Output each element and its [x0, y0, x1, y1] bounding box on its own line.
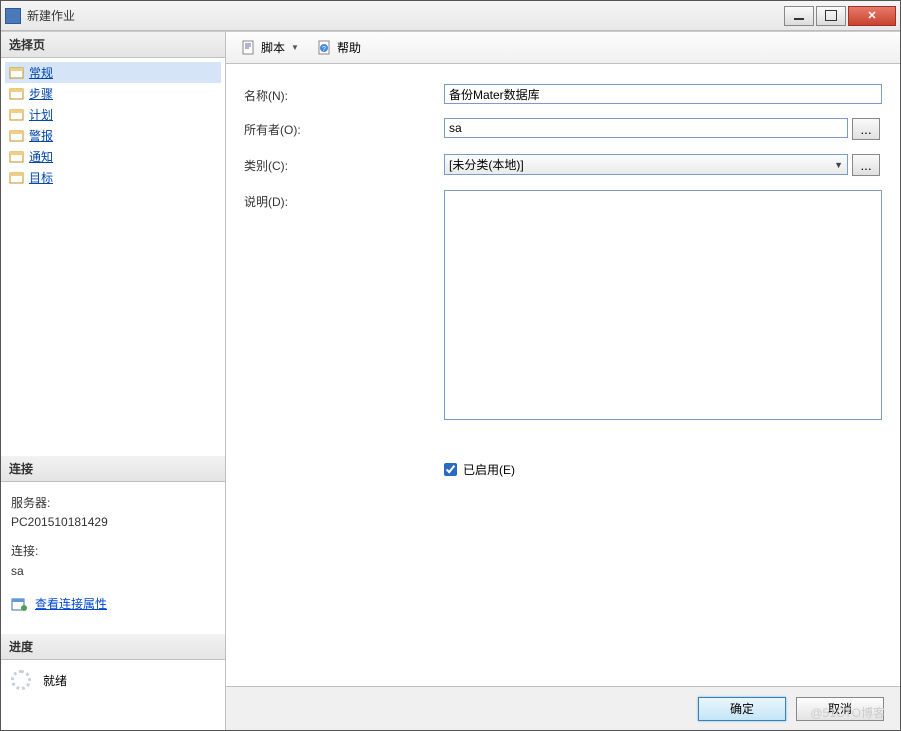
svg-text:?: ? [322, 46, 326, 53]
enabled-checkbox[interactable] [444, 463, 457, 476]
ok-button[interactable]: 确定 [698, 697, 786, 721]
owner-input[interactable] [444, 118, 848, 138]
sidebar: 选择页 常规 步骤 计划 警报 [1, 32, 226, 730]
page-icon [9, 108, 25, 122]
main-panel: 脚本 ▼ ? 帮助 名称(N): 所有者(O): [226, 32, 900, 730]
select-page-header: 选择页 [1, 32, 225, 58]
category-label: 类别(C): [244, 154, 444, 174]
cancel-button[interactable]: 取消 [796, 697, 884, 721]
description-textarea[interactable] [444, 190, 882, 420]
progress-status: 就绪 [1, 660, 225, 700]
nav-item-steps[interactable]: 步骤 [5, 83, 221, 104]
chevron-down-icon: ▼ [834, 160, 843, 170]
content-area: 选择页 常规 步骤 计划 警报 [1, 31, 900, 730]
page-icon [9, 66, 25, 80]
owner-label: 所有者(O): [244, 118, 444, 138]
owner-browse-button[interactable]: ... [852, 118, 880, 140]
connection-header: 连接 [1, 456, 225, 482]
help-icon: ? [317, 40, 333, 56]
connection-value: sa [11, 562, 215, 581]
window-title: 新建作业 [27, 7, 782, 24]
properties-icon [11, 596, 29, 612]
progress-header: 进度 [1, 634, 225, 660]
nav-item-general[interactable]: 常规 [5, 62, 221, 83]
description-label: 说明(D): [244, 190, 444, 210]
titlebar[interactable]: 新建作业 [1, 1, 900, 31]
server-value: PC201510181429 [11, 513, 215, 532]
minimize-button[interactable] [784, 6, 814, 26]
chevron-down-icon: ▼ [291, 43, 299, 52]
toolbar: 脚本 ▼ ? 帮助 [226, 32, 900, 64]
name-input[interactable] [444, 84, 882, 104]
dialog-buttons: 确定 取消 [226, 686, 900, 730]
script-icon [241, 40, 257, 56]
view-connection-properties-link[interactable]: 查看连接属性 [35, 595, 107, 614]
nav-item-notifications[interactable]: 通知 [5, 146, 221, 167]
category-browse-button[interactable]: ... [852, 154, 880, 176]
spinner-icon [11, 670, 31, 690]
nav-item-targets[interactable]: 目标 [5, 167, 221, 188]
app-icon [5, 8, 21, 24]
page-list: 常规 步骤 计划 警报 通知 [1, 58, 225, 192]
page-icon [9, 129, 25, 143]
connection-label: 连接: [11, 542, 215, 561]
page-icon [9, 87, 25, 101]
form-area: 名称(N): 所有者(O): ... 类别(C): [未分类(本地)] [226, 64, 900, 686]
script-button[interactable]: 脚本 ▼ [234, 35, 306, 60]
category-dropdown[interactable]: [未分类(本地)] ▼ [444, 154, 848, 175]
dialog-window: 新建作业 选择页 常规 步骤 计划 [0, 0, 901, 731]
close-button[interactable] [848, 6, 896, 26]
connection-info: 服务器: PC201510181429 连接: sa 查看连接属性 [1, 482, 225, 622]
server-label: 服务器: [11, 494, 215, 513]
help-button[interactable]: ? 帮助 [310, 35, 368, 60]
nav-item-schedules[interactable]: 计划 [5, 104, 221, 125]
maximize-button[interactable] [816, 6, 846, 26]
name-label: 名称(N): [244, 84, 444, 104]
page-icon [9, 150, 25, 164]
progress-text: 就绪 [43, 672, 67, 689]
enabled-label: 已启用(E) [463, 461, 515, 478]
page-icon [9, 171, 25, 185]
nav-item-alerts[interactable]: 警报 [5, 125, 221, 146]
